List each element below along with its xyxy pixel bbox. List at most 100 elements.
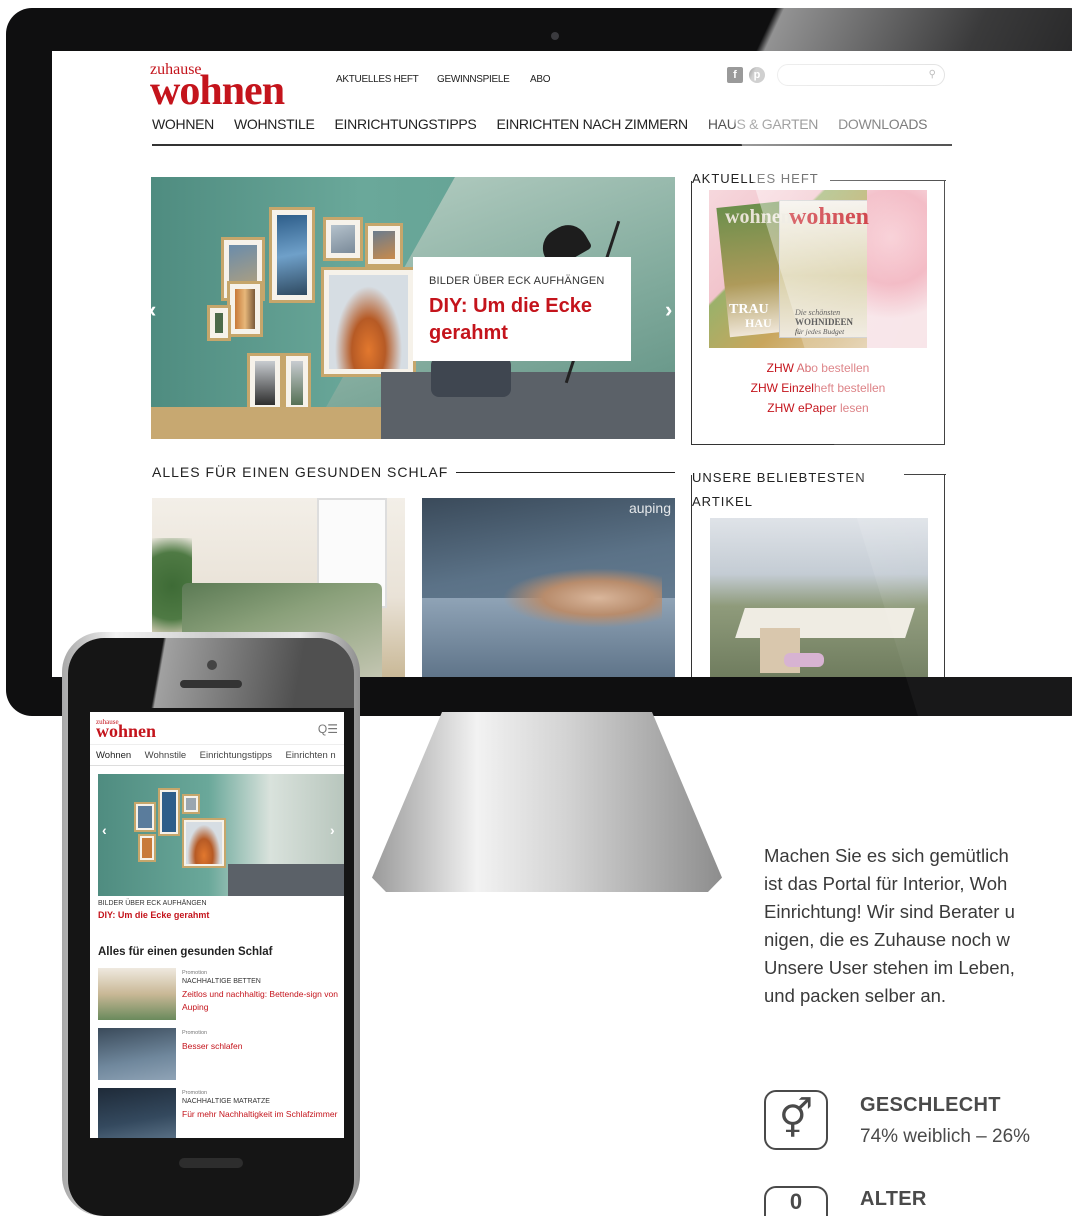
top-link-gewinnspiele[interactable]: GEWINNSPIELE xyxy=(437,74,510,85)
nav-item-einrichten-nach-zimmern[interactable]: EINRICHTEN NACH ZIMMERN xyxy=(496,116,688,144)
mobile-item-kicker: NACHHALTIGE BETTEN xyxy=(182,978,261,985)
mobile-item-title: Für mehr Nachhaltigkeit im Schlafzimmer xyxy=(182,1109,338,1119)
link-einzelheft-bold: ZHW Einzel xyxy=(750,381,814,395)
phone-body: zuhause wohnen Q☰ Wohnen Wohnstile Einri… xyxy=(68,638,354,1216)
mobile-logo[interactable]: zuhause wohnen xyxy=(96,718,196,741)
cover-title-left: wohnen xyxy=(725,206,792,228)
mobile-item-title: Zeitlos und nachhaltig: Bettende-sign vo… xyxy=(182,989,338,1012)
nav-item-haus-garten[interactable]: HAUS & GARTEN xyxy=(708,116,819,144)
magazine-cover[interactable]: wohnen wohnen TRAU HAU Die schönsten WOH… xyxy=(709,190,927,348)
desktop-monitor: zuhause wohnen AKTUELLES HEFT GEWINNSPIE… xyxy=(6,8,1072,716)
nav-item-wohnen[interactable]: WOHNEN xyxy=(152,116,214,144)
cover-text-budget: für jedes Budget xyxy=(795,327,845,336)
mobile-nav-einrichtungstipps[interactable]: Einrichtungstipps xyxy=(200,750,272,761)
phone-speaker xyxy=(180,680,242,688)
pinterest-icon[interactable]: p xyxy=(749,67,765,83)
mobile-nav-wohnstile[interactable]: Wohnstile xyxy=(145,750,187,761)
hero-slider[interactable]: ‹ › BILDER ÜBER ECK AUFHÄNGEN DIY: Um di… xyxy=(151,177,675,439)
description-line: ist das Portal für Interior, Woh xyxy=(764,873,1008,894)
hero-frame xyxy=(321,267,416,377)
mobile-logo-big: wohnen xyxy=(96,721,157,741)
hero-next-arrow[interactable]: › xyxy=(665,297,672,323)
mobile-hero-frame xyxy=(138,834,156,862)
mobile-item-thumb xyxy=(98,1088,176,1138)
mobile-item-thumb xyxy=(98,1028,176,1080)
gender-icon: ⚥ xyxy=(764,1090,828,1150)
age-icon: 0 xyxy=(764,1186,828,1216)
mobile-hero-next-arrow[interactable]: › xyxy=(330,822,335,838)
hero-headline[interactable]: DIY: Um die Ecke gerahmt xyxy=(429,293,615,347)
search-input[interactable]: ⚲ xyxy=(777,64,945,86)
auping-badge: auping xyxy=(628,500,671,516)
mobile-item-promo: Promotion xyxy=(182,1090,208,1096)
mobile-nav: Wohnen Wohnstile Einrichtungstipps Einri… xyxy=(90,744,344,766)
section-heading: ALLES FÜR EINEN GESUNDEN SCHLAF xyxy=(152,464,675,480)
description-line: Machen Sie es sich gemütlich xyxy=(764,845,1009,866)
mobile-hero-slider[interactable]: ‹ › xyxy=(98,774,344,896)
nav-item-einrichtungstipps[interactable]: EINRICHTUNGSTIPPS xyxy=(335,116,477,144)
mobile-item-promo: Promotion xyxy=(182,1030,208,1036)
facebook-icon[interactable]: f xyxy=(727,67,743,83)
cover-flowers xyxy=(867,190,927,348)
cover-text-hau: HAU xyxy=(745,316,772,330)
popular-article-photo[interactable] xyxy=(710,518,928,677)
hero-caption[interactable]: BILDER ÜBER ECK AUFHÄNGEN DIY: Um die Ec… xyxy=(413,257,631,361)
mobile-hero-frame xyxy=(134,802,156,832)
social-links: f p xyxy=(727,67,765,83)
portal-description: Machen Sie es sich gemütlich ist das Por… xyxy=(764,842,1072,1010)
link-einzelheft-bestellen[interactable]: ZHW Einzelheft bestellen xyxy=(691,381,945,395)
mobile-item-kicker: NACHHALTIGE MATRATZE xyxy=(182,1098,270,1105)
phone-reflection xyxy=(68,638,354,708)
mobile-search-menu-icon[interactable]: Q☰ xyxy=(318,722,338,736)
link-abo-bestellen[interactable]: ZHW Abo bestellen xyxy=(691,361,945,375)
gender-symbol: ⚥ xyxy=(778,1099,814,1141)
age-symbol: 0 xyxy=(789,1189,803,1214)
cover-text-schoensten: Die schönsten xyxy=(795,308,841,317)
link-epaper-rest: lesen xyxy=(836,401,869,415)
link-abo-rest: Abo bestellen xyxy=(793,361,870,375)
section-title: ALLES FÜR EINEN GESUNDEN SCHLAF xyxy=(152,464,449,480)
desktop-website: zuhause wohnen AKTUELLES HEFT GEWINNSPIE… xyxy=(52,51,1072,677)
stat-label-gender: GESCHLECHT xyxy=(860,1094,1001,1116)
site-logo[interactable]: zuhause wohnen xyxy=(150,61,330,114)
monitor-stand xyxy=(372,712,722,892)
hero-sofa xyxy=(381,372,675,439)
hero-frame xyxy=(323,217,363,261)
mobile-hero-frame xyxy=(158,788,180,836)
mobile-nav-wohnen[interactable]: Wohnen xyxy=(96,750,131,761)
hero-frame xyxy=(269,207,315,303)
cover-title-right: wohnen xyxy=(789,204,870,230)
stat-value-gender: 74% weiblich – 26% xyxy=(860,1126,1031,1147)
monitor-camera xyxy=(551,32,559,40)
description-line: und packen selber an. xyxy=(764,985,947,1006)
mobile-item-title: Besser schlafen xyxy=(182,1041,243,1051)
mobile-hero-prev-arrow[interactable]: ‹ xyxy=(102,822,107,838)
hero-frame xyxy=(247,353,283,413)
hero-prev-arrow[interactable]: ‹ xyxy=(151,297,156,323)
link-einzelheft-rest: heft bestellen xyxy=(813,381,886,395)
phone-home-bar xyxy=(179,1158,243,1168)
top-link-abo[interactable]: ABO xyxy=(530,74,551,85)
description-line: nigen, die es Zuhause noch w xyxy=(764,929,1010,950)
mobile-item-promo: Promotion xyxy=(182,970,208,976)
mobile-nav-einrichten[interactable]: Einrichten n xyxy=(285,750,335,761)
search-icon[interactable]: ⚲ xyxy=(929,69,936,80)
hero-kicker: BILDER ÜBER ECK AUFHÄNGEN xyxy=(429,275,605,287)
mobile-hero-sofa xyxy=(228,864,344,896)
nav-item-wohnstile[interactable]: WOHNSTILE xyxy=(234,116,315,144)
hero-frame xyxy=(365,223,403,267)
hero-headline-line2: gerahmt xyxy=(429,322,508,344)
top-link-aktuelles-heft[interactable]: AKTUELLES HEFT xyxy=(336,74,419,85)
nav-item-downloads[interactable]: DOWNLOADS xyxy=(838,116,927,144)
phone-camera xyxy=(207,660,217,670)
photo-pillow xyxy=(784,653,824,667)
mobile-hero-frame xyxy=(182,818,226,868)
mobile-hero-headline[interactable]: DIY: Um die Ecke gerahmt xyxy=(98,910,209,920)
article-card-sleep[interactable]: auping xyxy=(422,498,675,677)
mobile-section-title: Alles für einen gesunden Schlaf xyxy=(98,946,273,958)
hero-shelf xyxy=(151,407,391,439)
link-abo-bold: ZHW xyxy=(766,361,794,375)
section-rule xyxy=(456,471,675,473)
link-epaper-lesen[interactable]: ZHW ePaper lesen xyxy=(691,401,945,415)
mobile-website: zuhause wohnen Q☰ Wohnen Wohnstile Einri… xyxy=(90,712,344,1138)
